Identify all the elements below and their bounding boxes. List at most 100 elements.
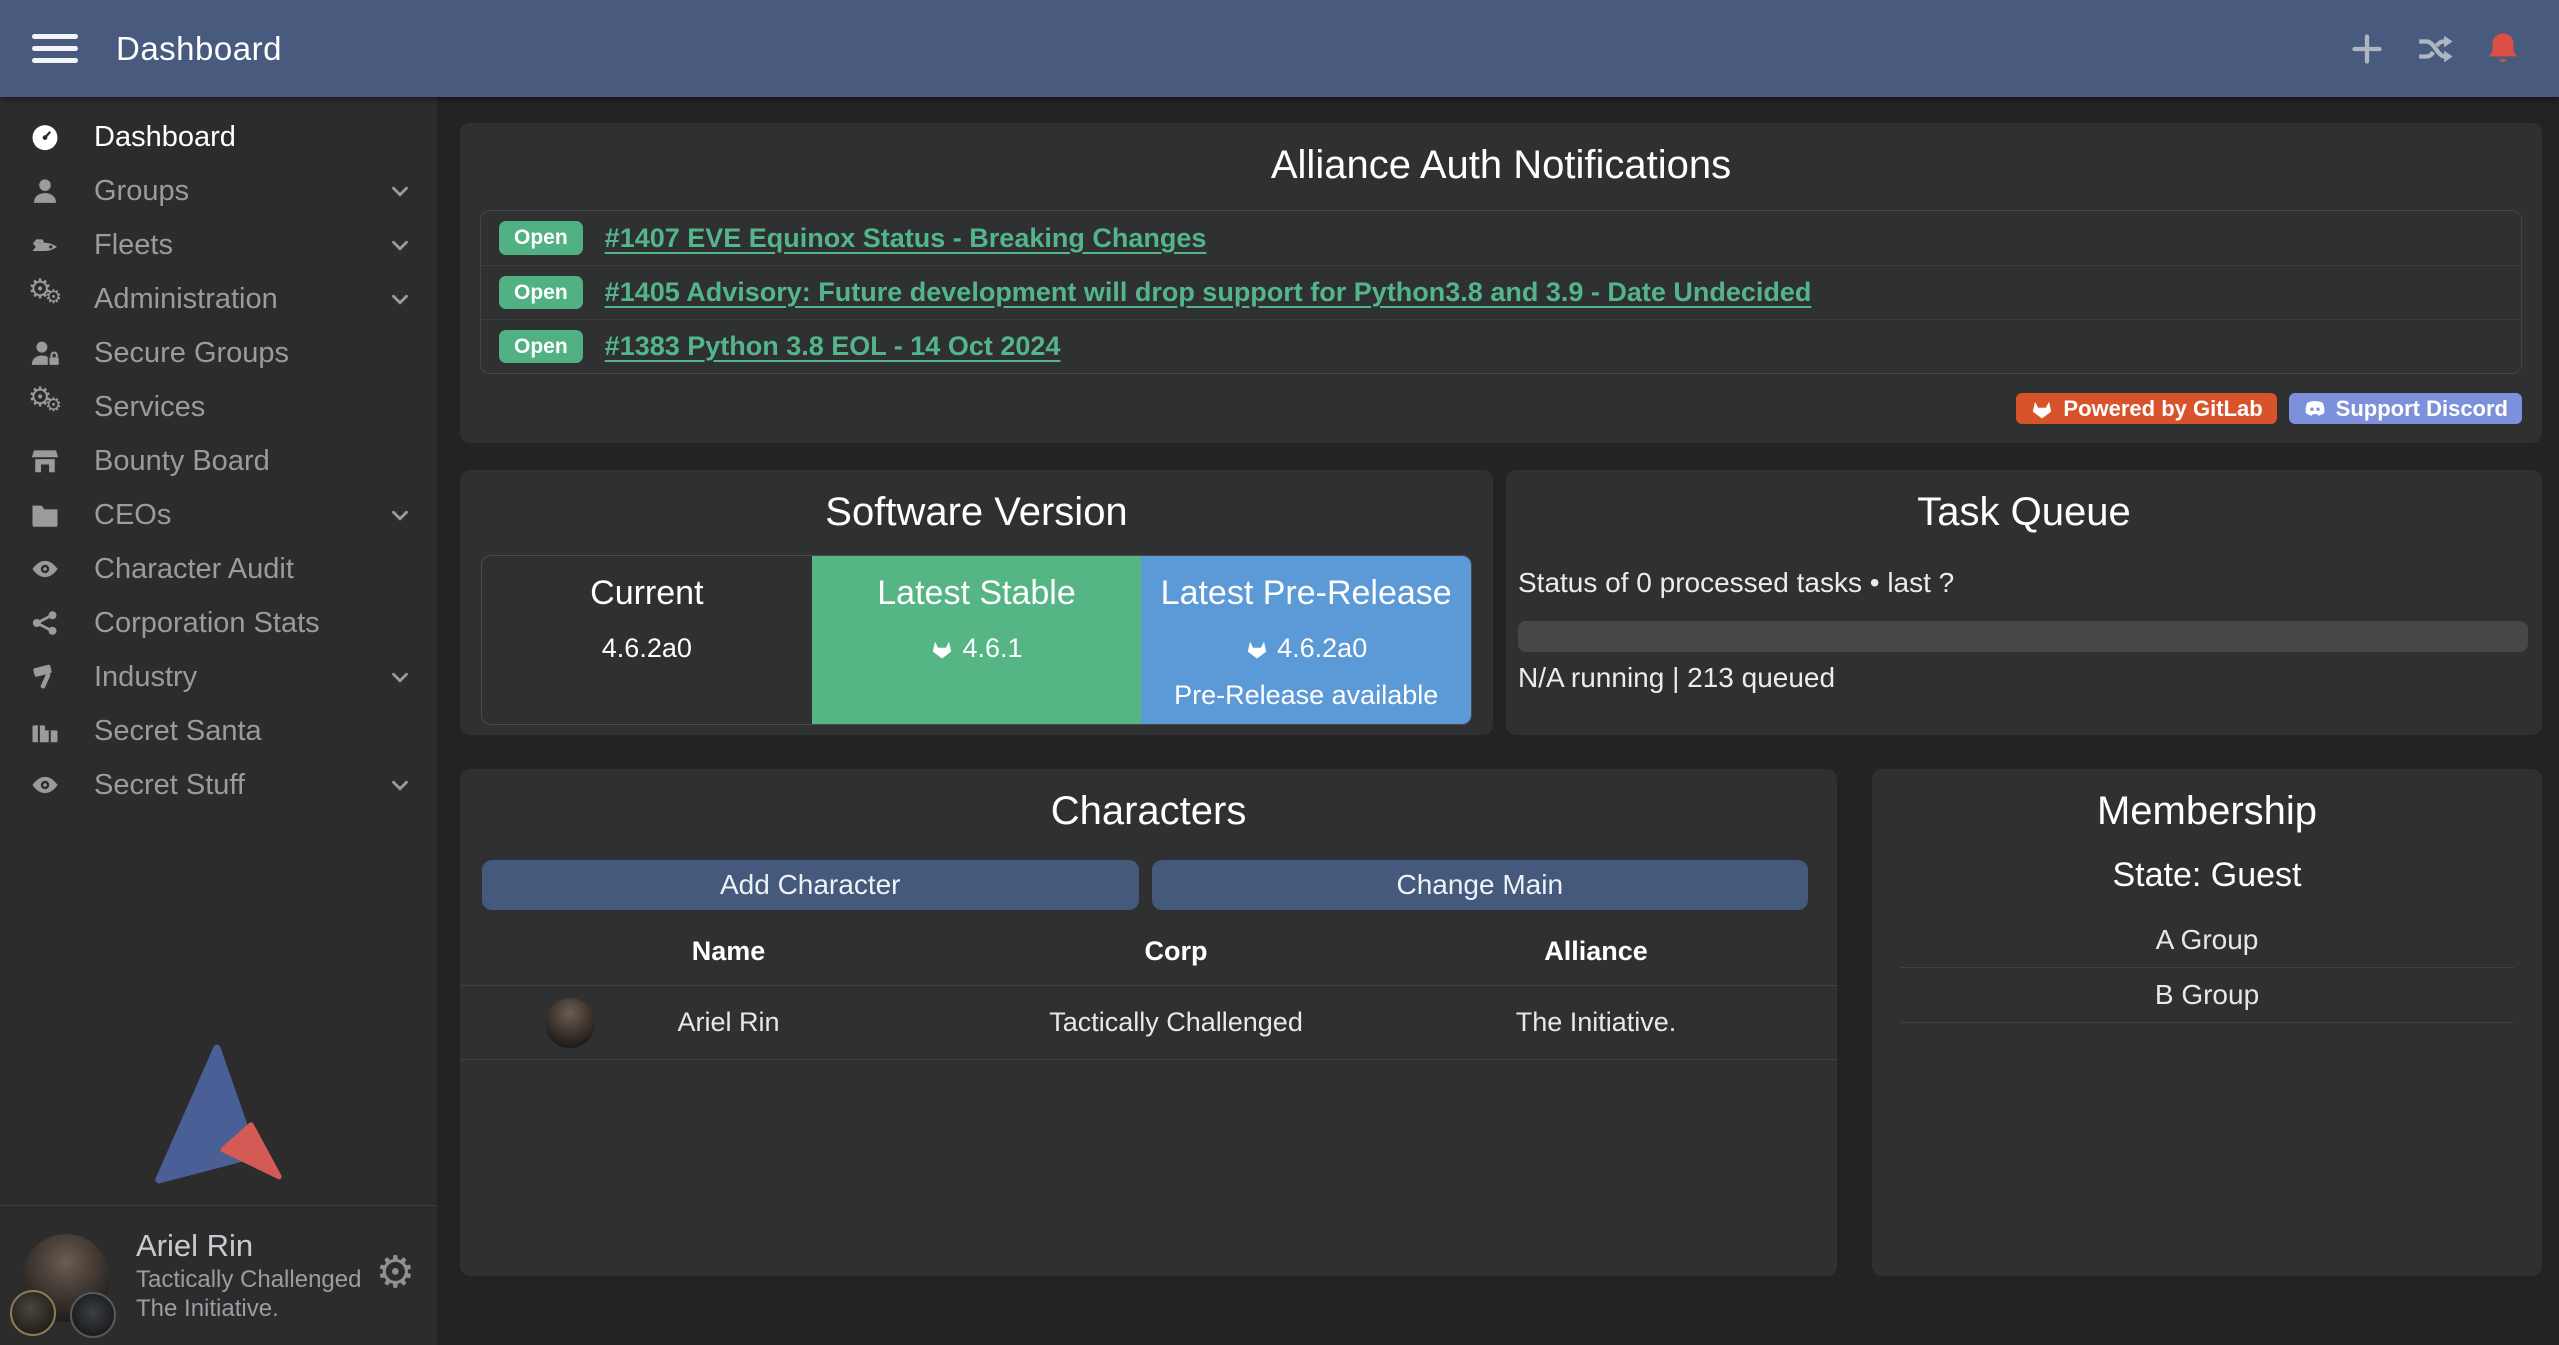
column-header-name: Name xyxy=(460,936,997,967)
group-list-item: A Group xyxy=(1900,913,2514,968)
change-main-button[interactable]: Change Main xyxy=(1152,860,1809,910)
pre-release-note: Pre-Release available xyxy=(1141,680,1471,711)
characters-table: Name Corp Alliance Ariel Rin Tactically … xyxy=(460,936,1837,1060)
sidebar-item-ceos[interactable]: CEOs xyxy=(0,488,437,542)
software-version-card: Software Version Current 4.6.2a0 Latest … xyxy=(460,470,1493,735)
task-queue-counts: N/A running | 213 queued xyxy=(1518,662,2528,694)
user-icon xyxy=(30,175,70,207)
version-latest-stable: Latest Stable 4.6.1 xyxy=(812,556,1142,724)
user-panel: Ariel Rin Tactically Challenged The Init… xyxy=(0,1205,437,1345)
status-badge: Open xyxy=(499,330,583,363)
membership-title: Membership xyxy=(1872,769,2542,834)
software-version-title: Software Version xyxy=(460,470,1493,535)
gitlab-tanuki-icon xyxy=(930,637,954,661)
chevron-down-icon xyxy=(387,502,413,528)
gears-icon: ⚙⚙ xyxy=(30,391,70,423)
gifts-icon xyxy=(30,715,70,747)
sidebar-item-secret-santa[interactable]: Secret Santa xyxy=(0,704,437,758)
column-header-alliance: Alliance xyxy=(1355,936,1837,967)
user-alliance: The Initiative. xyxy=(136,1294,361,1323)
version-columns: Current 4.6.2a0 Latest Stable 4.6.1 Late… xyxy=(481,555,1472,725)
notification-link[interactable]: #1405 Advisory: Future development will … xyxy=(605,277,1812,308)
badge-label: Support Discord xyxy=(2336,396,2508,422)
user-lock-icon xyxy=(30,337,70,369)
alliance-logo-badge xyxy=(70,1292,116,1338)
task-queue-card: Task Queue Status of 0 processed tasks •… xyxy=(1506,470,2542,735)
bell-icon[interactable] xyxy=(2483,29,2523,69)
sidebar: Dashboard Groups Fleets xyxy=(0,97,437,1345)
support-discord-badge[interactable]: Support Discord xyxy=(2289,393,2522,424)
chevron-down-icon xyxy=(387,232,413,258)
cell-corp: Tactically Challenged xyxy=(997,1007,1355,1038)
membership-card: Membership State: Guest A Group B Group xyxy=(1872,769,2542,1276)
task-queue-title: Task Queue xyxy=(1506,470,2542,535)
column-header-corp: Corp xyxy=(997,936,1355,967)
cell-alliance: The Initiative. xyxy=(1355,1007,1837,1038)
shuttle-icon xyxy=(30,229,70,261)
alliance-auth-logo xyxy=(144,1042,294,1187)
user-avatar xyxy=(22,1234,110,1322)
eye-icon xyxy=(30,769,70,801)
version-latest-pre-release: Latest Pre-Release 4.6.2a0 Pre-Release a… xyxy=(1141,556,1471,724)
page-title: Dashboard xyxy=(116,30,282,68)
discord-icon xyxy=(2303,397,2327,421)
user-corp: Tactically Challenged xyxy=(136,1265,361,1294)
characters-title: Characters xyxy=(460,769,1837,834)
badge-label: Powered by GitLab xyxy=(2063,396,2262,422)
eye-icon xyxy=(30,553,70,585)
sidebar-item-bounty-board[interactable]: Bounty Board xyxy=(0,434,437,488)
folder-icon xyxy=(30,499,70,531)
membership-groups-list: A Group B Group xyxy=(1900,913,2514,1023)
character-avatar xyxy=(545,998,595,1048)
top-navbar: Dashboard xyxy=(0,0,2559,97)
sidebar-item-fleets[interactable]: Fleets xyxy=(0,218,437,272)
notification-link[interactable]: #1383 Python 3.8 EOL - 14 Oct 2024 xyxy=(605,331,1061,362)
status-badge: Open xyxy=(499,221,583,254)
notification-item: Open #1407 EVE Equinox Status - Breaking… xyxy=(481,211,2521,265)
characters-card: Characters Add Character Change Main Nam… xyxy=(460,769,1837,1276)
sidebar-item-secure-groups[interactable]: Secure Groups xyxy=(0,326,437,380)
sidebar-item-dashboard[interactable]: Dashboard xyxy=(0,110,437,164)
notifications-title: Alliance Auth Notifications xyxy=(460,123,2542,188)
gears-icon: ⚙⚙ xyxy=(30,283,70,315)
plus-icon[interactable] xyxy=(2347,29,2387,69)
chevron-down-icon xyxy=(387,286,413,312)
share-nodes-icon xyxy=(30,607,70,639)
table-row: Ariel Rin Tactically Challenged The Init… xyxy=(460,985,1837,1060)
sidebar-item-services[interactable]: ⚙⚙ Services xyxy=(0,380,437,434)
settings-gear-icon[interactable]: ⚙ xyxy=(376,1251,415,1301)
powered-by-gitlab-badge[interactable]: Powered by GitLab xyxy=(2016,393,2276,424)
add-character-button[interactable]: Add Character xyxy=(482,860,1139,910)
task-queue-status: Status of 0 processed tasks • last ? xyxy=(1518,567,2528,599)
notifications-card: Alliance Auth Notifications Open #1407 E… xyxy=(460,123,2542,443)
corp-logo-badge xyxy=(10,1290,56,1336)
hammer-icon xyxy=(30,661,70,693)
notification-link[interactable]: #1407 EVE Equinox Status - Breaking Chan… xyxy=(605,223,1207,254)
sidebar-item-groups[interactable]: Groups xyxy=(0,164,437,218)
chevron-down-icon xyxy=(387,178,413,204)
chevron-down-icon xyxy=(387,772,413,798)
group-list-item: B Group xyxy=(1900,968,2514,1023)
sidebar-item-corporation-stats[interactable]: Corporation Stats xyxy=(0,596,437,650)
gauge-icon xyxy=(30,121,70,153)
membership-state: State: Guest xyxy=(1872,856,2542,895)
main-content: Alliance Auth Notifications Open #1407 E… xyxy=(437,97,2559,1345)
status-badge: Open xyxy=(499,276,583,309)
sidebar-item-secret-stuff[interactable]: Secret Stuff xyxy=(0,758,437,812)
shuffle-icon[interactable] xyxy=(2415,29,2455,69)
gitlab-tanuki-icon xyxy=(2030,397,2054,421)
notifications-list: Open #1407 EVE Equinox Status - Breaking… xyxy=(480,210,2522,374)
sidebar-item-character-audit[interactable]: Character Audit xyxy=(0,542,437,596)
task-queue-progress-bar xyxy=(1518,621,2528,652)
chevron-down-icon xyxy=(387,664,413,690)
sidebar-item-administration[interactable]: ⚙⚙ Administration xyxy=(0,272,437,326)
characters-table-header: Name Corp Alliance xyxy=(460,936,1837,985)
sidebar-item-industry[interactable]: Industry xyxy=(0,650,437,704)
cell-name: Ariel Rin xyxy=(460,1007,997,1038)
user-name: Ariel Rin xyxy=(136,1227,361,1265)
notification-item: Open #1405 Advisory: Future development … xyxy=(481,265,2521,319)
gitlab-tanuki-icon xyxy=(1245,637,1269,661)
version-current: Current 4.6.2a0 xyxy=(482,556,812,724)
notification-item: Open #1383 Python 3.8 EOL - 14 Oct 2024 xyxy=(481,319,2521,373)
hamburger-menu-icon[interactable] xyxy=(32,27,78,70)
